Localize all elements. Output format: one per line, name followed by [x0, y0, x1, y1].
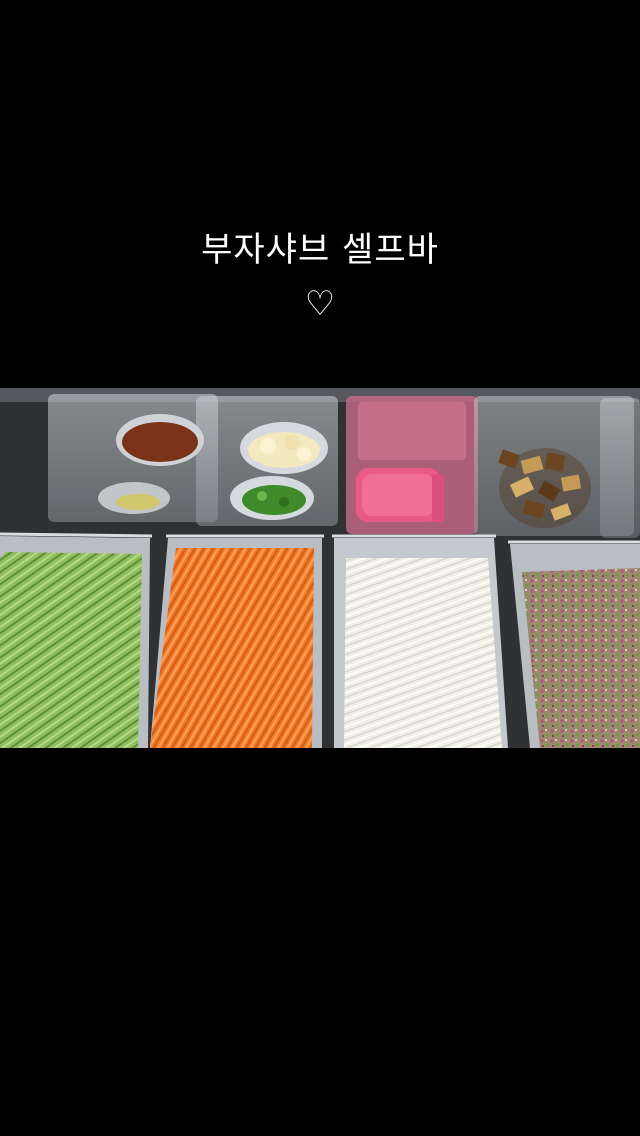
front-row-trays	[0, 532, 640, 748]
salad-bar-illustration	[0, 388, 640, 748]
heart-icon: ♡	[304, 284, 336, 324]
caption: 부자샤브 셀프바 ♡	[0, 226, 640, 330]
caption-title: 부자샤브 셀프바	[201, 230, 439, 270]
salad-bar-photo	[0, 388, 640, 748]
